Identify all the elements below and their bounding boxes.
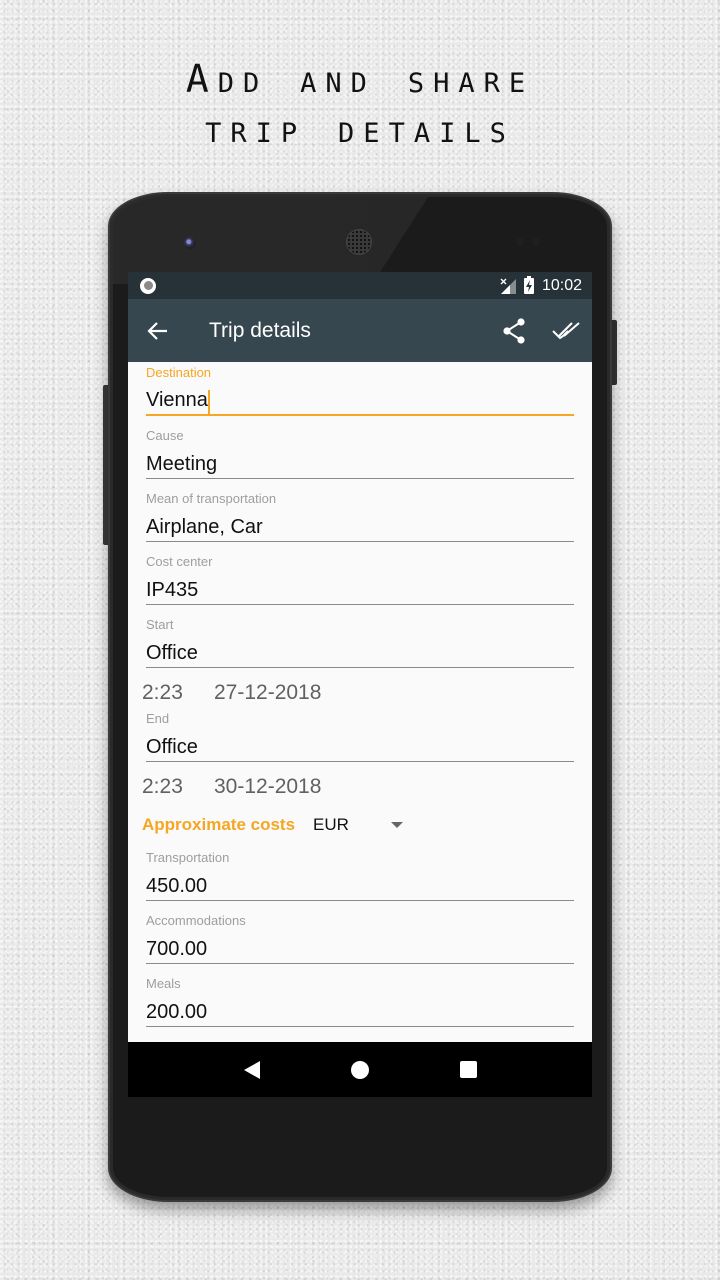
promo-headline: Add and share trip details (0, 55, 720, 153)
transportation-mean-label: Mean of transportation (146, 491, 277, 506)
meals-cost-input[interactable] (146, 997, 574, 1027)
destination-label: Destination (146, 365, 212, 380)
start-time-picker[interactable]: 2:23 (142, 681, 214, 705)
app-bar: Trip details (128, 299, 592, 362)
end-date-picker[interactable]: 30-12-2018 (214, 775, 321, 799)
text-caret (208, 390, 210, 414)
transportation-mean-field: Mean of transportation (146, 488, 574, 551)
start-date-picker[interactable]: 27-12-2018 (214, 681, 321, 705)
status-icons: 10:02 (500, 275, 582, 295)
meals-cost-field: Meals (146, 973, 574, 1036)
back-button[interactable] (128, 299, 188, 362)
cost-center-field: Cost center (146, 551, 574, 614)
nav-back-icon[interactable] (243, 1060, 260, 1079)
notification-dot-icon (140, 277, 156, 294)
share-icon (503, 317, 525, 344)
proximity-sensor-icon (516, 238, 524, 246)
accommodations-cost-input[interactable] (146, 934, 574, 964)
end-label: End (146, 711, 170, 726)
arrow-back-icon (147, 321, 167, 340)
status-clock: 10:02 (541, 276, 582, 294)
currency-value: EUR (313, 814, 349, 834)
cause-field: Cause (146, 425, 574, 488)
light-sensor-icon (532, 238, 540, 246)
phone-screen: 10:02 Trip details Destination Vienna Ca… (128, 272, 592, 1097)
front-camera-icon (184, 237, 196, 249)
cause-input[interactable] (146, 449, 574, 479)
end-input[interactable] (146, 732, 574, 762)
end-datetime: 2:23 30-12-2018 (142, 771, 574, 802)
end-time-picker[interactable]: 2:23 (142, 775, 214, 799)
earpiece-speaker-icon (346, 229, 372, 255)
costs-title: Approximate costs (142, 814, 296, 834)
system-nav-bar (128, 1042, 592, 1097)
end-field: End (146, 708, 574, 771)
start-label: Start (146, 617, 174, 632)
signal-no-data-icon (500, 278, 516, 294)
currency-select[interactable]: EUR (313, 814, 404, 835)
share-button[interactable] (488, 299, 540, 362)
accommodations-cost-field: Accommodations (146, 910, 574, 973)
accommodations-cost-label: Accommodations (146, 913, 246, 928)
meals-cost-label: Meals (146, 976, 181, 991)
transportation-mean-input[interactable] (146, 512, 574, 542)
cost-center-input[interactable] (146, 575, 574, 605)
start-datetime: 2:23 27-12-2018 (142, 677, 574, 708)
transportation-cost-label: Transportation (146, 850, 230, 865)
battery-charging-icon (523, 275, 534, 294)
destination-field: Destination (146, 362, 574, 425)
phone-glare (110, 194, 430, 284)
start-field: Start (146, 614, 574, 677)
cost-center-label: Cost center (146, 554, 213, 569)
cause-label: Cause (146, 428, 184, 443)
status-bar: 10:02 (128, 272, 592, 299)
destination-input[interactable] (146, 386, 574, 416)
start-input[interactable] (146, 638, 574, 668)
transportation-cost-field: Transportation (146, 847, 574, 910)
dropdown-arrow-icon (391, 821, 404, 828)
promo-line-2: trip details (205, 107, 515, 151)
done-all-icon (552, 321, 580, 339)
page-title: Trip details (209, 318, 311, 342)
promo-line-1: Add and share (185, 57, 535, 101)
transportation-cost-input[interactable] (146, 871, 574, 901)
nav-home-icon[interactable] (350, 1060, 369, 1079)
save-done-button[interactable] (540, 299, 592, 362)
costs-header: Approximate costs EUR (142, 802, 574, 847)
trip-form: Destination Cause Mean of transportation… (128, 362, 592, 1056)
nav-recents-icon[interactable] (459, 1061, 477, 1078)
